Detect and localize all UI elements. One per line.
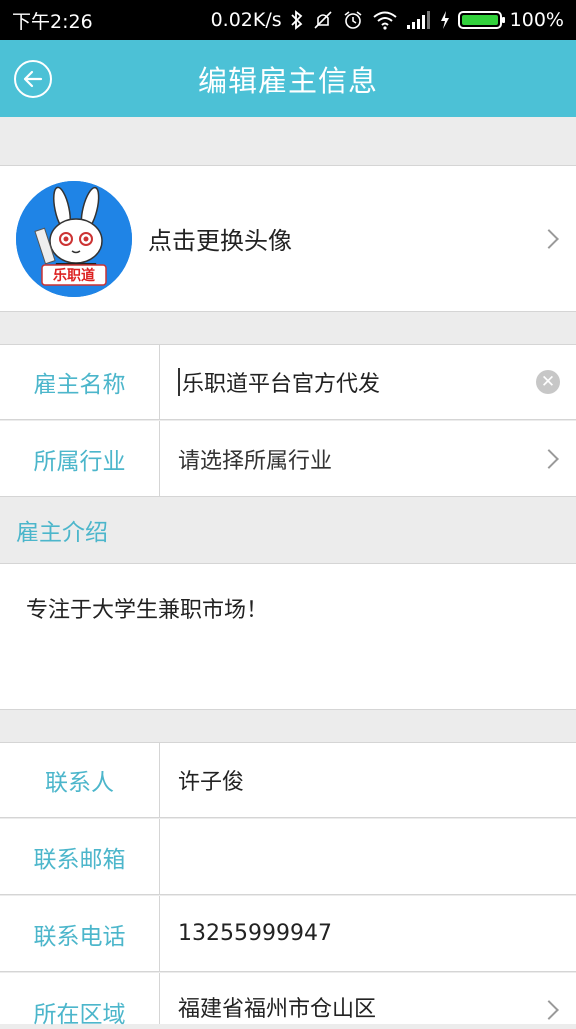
text-cursor [178,368,180,396]
industry-row[interactable]: 所属行业 请选择所属行业 [0,421,576,497]
title-bar: 编辑雇主信息 [0,40,576,117]
page-title: 编辑雇主信息 [197,63,378,98]
contact-phone-label: 联系电话 [0,896,160,971]
employer-name-input[interactable]: 乐职道平台官方代发 [160,345,576,419]
area-label: 所在区域 [0,973,160,1028]
back-arrow-icon [23,70,43,88]
employer-name-value: 乐职道平台官方代发 [182,372,381,397]
wifi-icon [372,10,398,30]
intro-textarea[interactable]: 专注于大学生兼职市场！ [0,564,576,710]
employer-name-row: 雇主名称 乐职道平台官方代发 ✕ [0,344,576,420]
intro-header: 雇主介绍 [0,497,576,564]
network-speed: 0.02K/s [210,9,282,31]
alarm-icon [342,10,364,30]
mute-icon [312,10,334,30]
back-button[interactable] [14,60,52,98]
avatar[interactable]: 乐职道 [16,180,132,297]
chevron-right-icon [539,228,559,249]
contact-email-input[interactable] [160,819,576,894]
status-bar: 下午2:26 0.02K/s 100% [0,0,576,40]
area-row[interactable]: 所在区域 福建省福州市仓山区 [0,973,576,1028]
industry-select[interactable]: 请选择所属行业 [160,421,576,496]
bunny-logo-icon: 乐职道 [16,180,132,297]
area-select[interactable]: 福建省福州市仓山区 [160,973,576,1024]
contact-person-row: 联系人 许子俊 [0,742,576,818]
contact-person-input[interactable]: 许子俊 [160,743,576,817]
contact-phone-row: 联系电话 13255999947 [0,896,576,972]
contact-email-row: 联系邮箱 [0,819,576,895]
intro-text: 专注于大学生兼职市场！ [26,598,269,623]
change-avatar-row[interactable]: 乐职道 点击更换头像 [0,165,576,312]
status-icons: 0.02K/s 100% [211,9,564,31]
contact-person-label: 联系人 [0,743,160,817]
status-time: 下午2:26 [12,10,93,33]
battery-icon [457,11,505,29]
bluetooth-icon [290,10,304,30]
signal-icon [406,10,432,30]
employer-name-label: 雇主名称 [0,345,160,419]
contact-email-label: 联系邮箱 [0,819,160,894]
battery-percent: 100% [509,9,564,31]
industry-label: 所属行业 [0,421,160,496]
change-avatar-label: 点击更换头像 [148,227,292,255]
contact-phone-input[interactable]: 13255999947 [160,896,576,971]
charging-icon [440,10,450,30]
logo-text: 乐职道 [53,267,95,284]
clear-icon[interactable]: ✕ [536,370,560,394]
